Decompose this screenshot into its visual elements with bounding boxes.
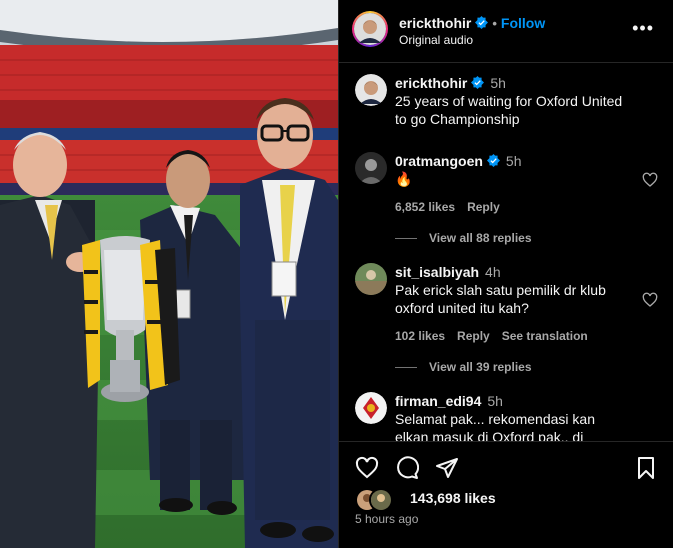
comment-item: firman_edi94 5h Selamat pak... rekomendas… — [355, 392, 658, 441]
verified-badge-icon — [486, 154, 500, 167]
comment-time[interactable]: 5h — [506, 153, 522, 169]
view-replies-button[interactable]: View all 39 replies — [395, 360, 532, 374]
audio-link[interactable]: Original audio — [399, 33, 473, 47]
caption-username[interactable]: erickthohir — [395, 75, 467, 91]
post-header: erickthohir • Follow Original audio ••• — [339, 0, 673, 63]
comment-text: Selamat pak... rekomendasi kan elkan mas… — [395, 411, 595, 441]
comment-item: 0ratmangoen 5h 🔥 6,852 likes Reply — [355, 152, 658, 214]
verified-badge-icon — [475, 16, 489, 29]
reply-button[interactable]: Reply — [457, 329, 490, 343]
comment-username[interactable]: 0ratmangoen — [395, 153, 483, 169]
comment-icon[interactable] — [395, 456, 419, 480]
follow-button[interactable]: Follow — [501, 15, 545, 31]
comments-list[interactable]: erickthohir 5h 25 years of waiting for Ox… — [339, 63, 673, 441]
comment-username[interactable]: firman_edi94 — [395, 393, 481, 409]
post-footer: 143,698 likes 5 hours ago — [339, 441, 673, 548]
likes-count[interactable]: 143,698 likes — [410, 490, 496, 506]
comment-time[interactable]: 4h — [485, 264, 501, 280]
heart-icon[interactable] — [642, 292, 658, 308]
header-username[interactable]: erickthohir — [399, 15, 471, 31]
comment-likes[interactable]: 6,852 likes — [395, 200, 455, 214]
send-icon[interactable] — [435, 456, 459, 480]
post-time-ago[interactable]: 5 hours ago — [355, 512, 418, 526]
story-ring[interactable] — [352, 11, 388, 47]
separator-dot: • — [492, 16, 497, 31]
heart-icon[interactable] — [355, 456, 379, 480]
comment-time[interactable]: 5h — [487, 393, 503, 409]
reply-button[interactable]: Reply — [467, 200, 500, 214]
comment-username[interactable]: sit_isalbiyah — [395, 264, 479, 280]
view-replies-label: View all 88 replies — [429, 231, 532, 245]
replies-divider — [395, 238, 417, 240]
caption-time[interactable]: 5h — [490, 75, 506, 91]
heart-icon[interactable] — [642, 172, 658, 188]
avatar-image — [355, 152, 387, 184]
verified-badge-icon — [471, 76, 485, 89]
avatar-image — [354, 13, 386, 45]
replies-divider — [395, 367, 417, 369]
comment-text: 🔥 — [395, 171, 413, 187]
caption: erickthohir 5h 25 years of waiting for Ox… — [355, 74, 658, 134]
bookmark-icon[interactable] — [634, 456, 658, 480]
more-options-icon[interactable]: ••• — [632, 19, 654, 37]
avatar[interactable] — [354, 13, 386, 45]
post-side-panel: erickthohir • Follow Original audio ••• er… — [338, 0, 673, 548]
view-replies-label: View all 39 replies — [429, 360, 532, 374]
avatar[interactable] — [355, 263, 387, 295]
see-translation-button[interactable]: See translation — [502, 329, 588, 343]
avatar[interactable] — [355, 74, 387, 106]
stadium-trophy-photo — [0, 0, 338, 548]
comment-text: Pak erick slah satu pemilik dr klub oxfo… — [395, 282, 606, 316]
comment-item: sit_isalbiyah 4h Pak erick slah satu pemi… — [355, 263, 658, 343]
view-replies-button[interactable]: View all 88 replies — [395, 231, 532, 245]
avatar-image — [355, 263, 387, 295]
avatar-image — [355, 392, 387, 424]
avatar[interactable] — [355, 392, 387, 424]
post-photo[interactable] — [0, 0, 338, 548]
caption-text: 25 years of waiting for Oxford United to… — [395, 93, 623, 127]
comment-likes[interactable]: 102 likes — [395, 329, 445, 343]
liker-avatar — [369, 488, 393, 512]
avatar[interactable] — [355, 152, 387, 184]
avatar-image — [355, 74, 387, 106]
